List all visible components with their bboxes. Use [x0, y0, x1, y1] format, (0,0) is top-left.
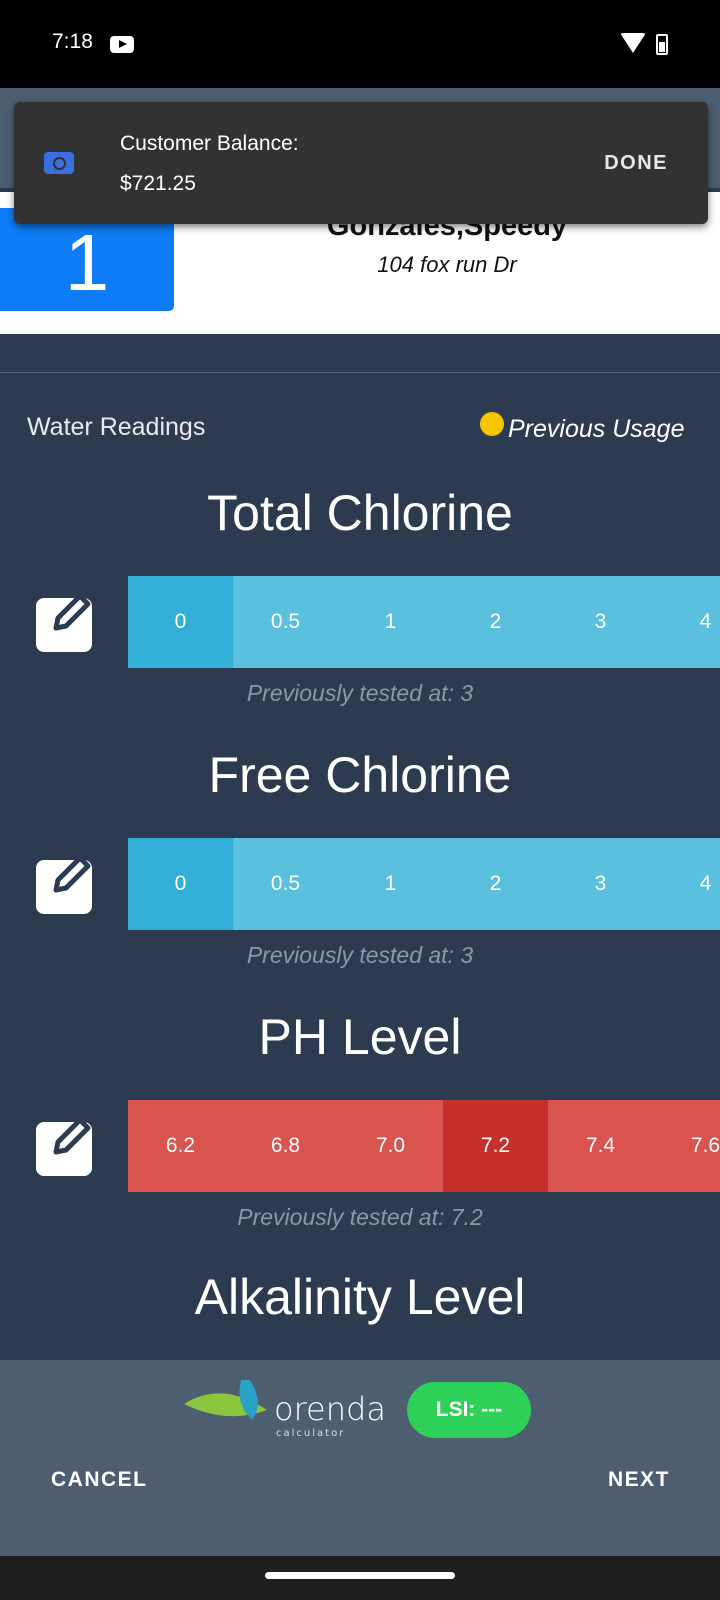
clock-icon[interactable] [480, 412, 504, 436]
scale-option[interactable]: 4 [653, 576, 720, 668]
reading-scale[interactable]: 0 0.5 1 2 3 4 [128, 576, 720, 668]
scale-option[interactable]: 6.2 [128, 1100, 233, 1192]
previous-usage-link[interactable]: Previous Usage [508, 415, 684, 444]
lsi-badge[interactable]: LSI: --- [407, 1382, 531, 1438]
previous-test: Previously tested at: 7.2 [237, 1204, 483, 1230]
scale-option[interactable]: 0 [128, 838, 233, 930]
previous-test: Previously tested at: 3 [246, 680, 474, 706]
scale-option[interactable]: 2 [443, 838, 548, 930]
battery-icon [656, 34, 668, 55]
previous-test: Previously tested at: 3 [246, 942, 474, 968]
scale-option[interactable]: 7.0 [338, 1100, 443, 1192]
edit-icon[interactable] [36, 1117, 92, 1176]
scale-option[interactable]: 0 [128, 576, 233, 668]
scale-option[interactable]: 3 [548, 576, 653, 668]
scale-option[interactable]: 0.5 [233, 576, 338, 668]
done-button[interactable]: DONE [604, 152, 668, 175]
scale-option[interactable]: 1 [338, 838, 443, 930]
reading-title: PH Level [258, 1009, 462, 1065]
reading-scale[interactable]: 6.2 6.8 7.0 7.2 7.4 7.6 [128, 1100, 720, 1192]
scale-option[interactable]: 7.6 [653, 1100, 720, 1192]
youtube-icon [110, 36, 134, 53]
section-title: Water Readings [27, 413, 206, 441]
reading-title: Alkalinity Level [194, 1269, 526, 1325]
svg-text:calculator: calculator [276, 1428, 345, 1439]
divider [0, 372, 720, 373]
status-bar: 7:18 [0, 0, 720, 88]
navigation-bar [0, 1556, 720, 1600]
money-icon [44, 152, 74, 174]
home-handle[interactable] [265, 1572, 455, 1579]
reading-title: Total Chlorine [207, 485, 513, 541]
scale-option[interactable]: 7.4 [548, 1100, 653, 1192]
balance-amount: $721.25 [120, 172, 196, 195]
scale-option[interactable]: 4 [653, 838, 720, 930]
edit-icon[interactable] [36, 855, 92, 914]
reading-title: Free Chlorine [208, 747, 512, 803]
scale-option[interactable]: 6.8 [233, 1100, 338, 1192]
scale-option[interactable]: 7.2 [443, 1100, 548, 1192]
scale-option[interactable]: 2 [443, 576, 548, 668]
scale-option[interactable]: 3 [548, 838, 653, 930]
customer-address: 104 fox run Dr [377, 252, 517, 277]
balance-label: Customer Balance: [120, 132, 299, 155]
cancel-button[interactable]: CANCEL [51, 1468, 148, 1492]
next-button[interactable]: NEXT [608, 1468, 670, 1492]
reading-scale[interactable]: 0 0.5 1 2 3 4 [128, 838, 720, 930]
balance-snackbar: Customer Balance: $721.25 DONE [14, 102, 708, 224]
scale-option[interactable]: 0.5 [233, 838, 338, 930]
scale-option[interactable]: 1 [338, 576, 443, 668]
orenda-logo: orenda calculator [182, 1372, 392, 1440]
edit-icon[interactable] [36, 593, 92, 652]
wifi-icon [620, 33, 646, 53]
svg-text:orenda: orenda [274, 1390, 386, 1428]
clock-time: 7:18 [52, 30, 93, 53]
footer: orenda calculator LSI: --- CANCEL NEXT [0, 1360, 720, 1556]
